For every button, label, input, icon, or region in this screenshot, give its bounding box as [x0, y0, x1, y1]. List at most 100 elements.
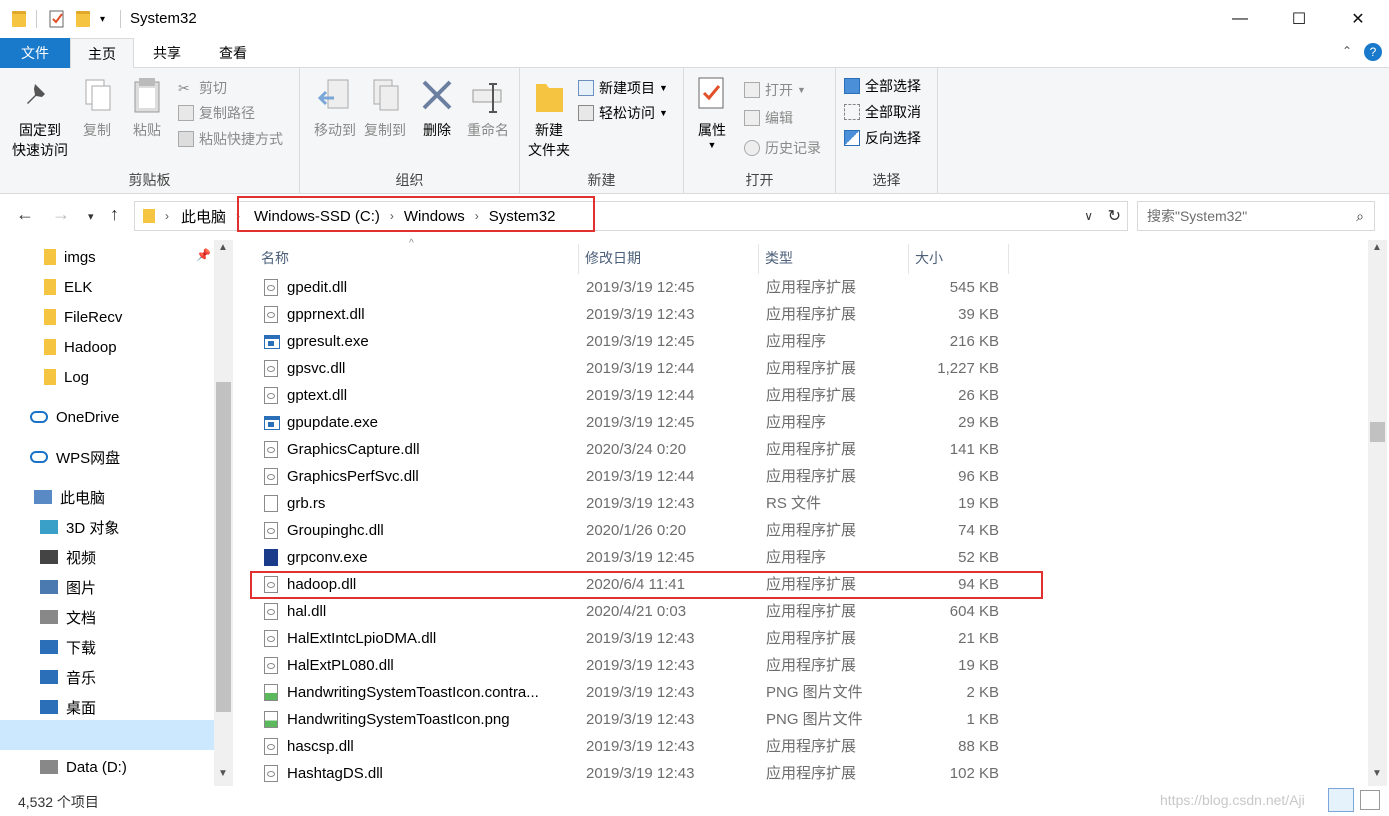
column-header-name[interactable]: 名称: [255, 244, 579, 274]
properties-quick-icon[interactable]: [48, 9, 66, 29]
file-row[interactable]: gpedit.dll 2019/3/19 12:45 应用程序扩展 545 KB: [255, 274, 1025, 301]
breadcrumb-this-pc[interactable]: 此电脑: [181, 206, 226, 227]
easy-access-button[interactable]: 轻松访问 ▼: [578, 101, 668, 125]
new-item-button[interactable]: 新建项目 ▼: [578, 76, 668, 100]
column-header-type[interactable]: 类型: [759, 244, 909, 274]
sidebar-item[interactable]: 下载: [40, 632, 96, 662]
sidebar-item[interactable]: FileRecv: [44, 302, 122, 332]
forward-arrow-icon[interactable]: →: [52, 204, 70, 225]
file-date: 2019/3/19 12:43: [586, 765, 695, 782]
select-none-button[interactable]: 全部取消: [844, 100, 921, 124]
file-row[interactable]: gpprnext.dll 2019/3/19 12:43 应用程序扩展 39 KB: [255, 301, 1025, 328]
maximize-button[interactable]: ☐: [1276, 0, 1322, 38]
close-button[interactable]: ✕: [1335, 0, 1381, 38]
properties-icon: [695, 76, 729, 116]
address-dropdown-icon[interactable]: ∨: [1084, 209, 1093, 223]
scroll-up-icon[interactable]: ▲: [1372, 242, 1382, 253]
invert-selection-button[interactable]: 反向选择: [844, 126, 921, 150]
rename-button[interactable]: 重命名: [462, 76, 514, 140]
sidebar-item[interactable]: 此电脑: [34, 482, 105, 512]
file-row[interactable]: gpresult.exe 2019/3/19 12:45 应用程序 216 KB: [255, 328, 1025, 355]
sidebar-item[interactable]: ELK: [44, 272, 92, 302]
dll-file-icon: [264, 387, 278, 404]
copy-button[interactable]: 复制: [76, 76, 118, 140]
tab-file[interactable]: 文件: [0, 38, 70, 68]
file-list-scroll-thumb[interactable]: [1370, 422, 1385, 442]
details-view-icon[interactable]: [1328, 788, 1354, 812]
file-row[interactable]: Groupinghc.dll 2020/1/26 0:20 应用程序扩展 74 KB: [255, 517, 1025, 544]
sidebar-item[interactable]: 3D 对象: [40, 512, 119, 542]
search-input[interactable]: 搜索"System32" ⌕: [1137, 201, 1375, 231]
scroll-up-icon[interactable]: ▲: [218, 242, 228, 253]
file-row[interactable]: HalExtIntcLpioDMA.dll 2019/3/19 12:43 应用程序…: [255, 625, 1025, 652]
file-row[interactable]: hal.dll 2020/4/21 0:03 应用程序扩展 604 KB: [255, 598, 1025, 625]
select-all-button[interactable]: 全部选择: [844, 74, 921, 98]
back-arrow-icon[interactable]: ←: [16, 204, 34, 225]
edit-button[interactable]: 编辑: [744, 106, 793, 130]
column-header-date[interactable]: 修改日期: [579, 244, 759, 274]
paste-button[interactable]: 粘贴: [126, 76, 168, 140]
history-button[interactable]: 历史记录: [744, 136, 821, 160]
edit-icon: [744, 110, 760, 126]
scroll-down-icon[interactable]: ▼: [218, 768, 228, 779]
folder-icon: [44, 339, 56, 355]
sidebar-item[interactable]: 桌面: [40, 692, 96, 722]
sidebar-item[interactable]: 音乐: [40, 662, 96, 692]
file-type: 应用程序扩展: [766, 657, 857, 674]
new-folder-button[interactable]: 新建 文件夹: [526, 76, 572, 160]
tab-home[interactable]: 主页: [70, 38, 134, 69]
file-row[interactable]: GraphicsPerfSvc.dll 2019/3/19 12:44 应用程序扩展…: [255, 463, 1025, 490]
properties-button[interactable]: 属性 ▼: [692, 76, 732, 150]
open-group: 属性 ▼ 打开 ▼ 编辑 历史记录 打开: [684, 68, 836, 194]
sidebar-item[interactable]: 文档: [40, 602, 96, 632]
refresh-icon[interactable]: ↻: [1108, 206, 1121, 226]
help-icon[interactable]: ?: [1364, 43, 1382, 61]
up-arrow-icon[interactable]: ↑: [110, 204, 119, 225]
search-icon[interactable]: ⌕: [1356, 208, 1364, 225]
copy-to-button[interactable]: 复制到: [356, 76, 414, 140]
sidebar-item[interactable]: 视频: [40, 542, 96, 572]
sidebar-item[interactable]: Log: [44, 362, 89, 392]
sidebar-scroll-thumb[interactable]: [216, 382, 231, 712]
file-row[interactable]: GraphicsCapture.dll 2020/3/24 0:20 应用程序扩展 1…: [255, 436, 1025, 463]
sidebar-item[interactable]: OneDrive: [30, 402, 119, 432]
sidebar-scrollbar[interactable]: ▲ ▼: [214, 240, 233, 786]
recent-locations-icon[interactable]: ▾: [88, 210, 94, 223]
file-date: 2019/3/19 12:43: [586, 495, 695, 512]
file-row[interactable]: HandwritingSystemToastIcon.png 2019/3/19 …: [255, 706, 1025, 733]
file-row[interactable]: gpupdate.exe 2019/3/19 12:45 应用程序 29 KB: [255, 409, 1025, 436]
file-row[interactable]: HandwritingSystemToastIcon.contra... 2019…: [255, 679, 1025, 706]
file-row[interactable]: hascsp.dll 2019/3/19 12:43 应用程序扩展 88 KB: [255, 733, 1025, 760]
cut-button[interactable]: ✂ 剪切: [178, 76, 227, 100]
delete-button[interactable]: 删除: [418, 76, 456, 140]
file-list-scrollbar[interactable]: ▲ ▼: [1368, 240, 1387, 786]
file-row[interactable]: grpconv.exe 2019/3/19 12:45 应用程序 52 KB: [255, 544, 1025, 571]
sidebar-item[interactable]: WPS网盘: [30, 442, 120, 472]
new-folder-quick-icon[interactable]: [76, 9, 90, 29]
file-row[interactable]: grb.rs 2019/3/19 12:43 RS 文件 19 KB: [255, 490, 1025, 517]
delete-label: 删除: [423, 122, 451, 138]
breadcrumb-chevron-icon[interactable]: ›: [165, 209, 169, 223]
tab-view[interactable]: 查看: [200, 38, 266, 68]
dll-file-icon: [264, 522, 278, 539]
column-header-size[interactable]: 大小: [909, 244, 1009, 274]
file-size: 141 KB: [949, 441, 999, 458]
paste-shortcut-button[interactable]: 粘贴快捷方式: [178, 127, 283, 151]
sidebar-item[interactable]: 图片: [40, 572, 96, 602]
sidebar-item[interactable]: Data (D:): [40, 752, 127, 782]
file-row[interactable]: gpsvc.dll 2019/3/19 12:44 应用程序扩展 1,227 KB: [255, 355, 1025, 382]
file-row[interactable]: HalExtPL080.dll 2019/3/19 12:43 应用程序扩展 19 K…: [255, 652, 1025, 679]
tab-share[interactable]: 共享: [134, 38, 200, 68]
scroll-down-icon[interactable]: ▼: [1372, 768, 1382, 779]
open-button[interactable]: 打开 ▼: [744, 78, 806, 102]
pin-to-quick-access-button[interactable]: 固定到 快速访问: [8, 76, 72, 160]
sidebar-item[interactable]: Hadoop: [44, 332, 117, 362]
collapse-ribbon-icon[interactable]: ⌃: [1342, 44, 1352, 58]
minimize-button[interactable]: —: [1217, 0, 1263, 38]
customize-toolbar-icon[interactable]: ▾: [100, 9, 105, 29]
sidebar-item[interactable]: imgs: [44, 242, 96, 272]
copy-path-button[interactable]: 复制路径: [178, 101, 255, 125]
file-row[interactable]: HashtagDS.dll 2019/3/19 12:43 应用程序扩展 102 KB: [255, 760, 1025, 787]
large-icons-view-icon[interactable]: [1360, 790, 1380, 810]
file-row[interactable]: gptext.dll 2019/3/19 12:44 应用程序扩展 26 KB: [255, 382, 1025, 409]
